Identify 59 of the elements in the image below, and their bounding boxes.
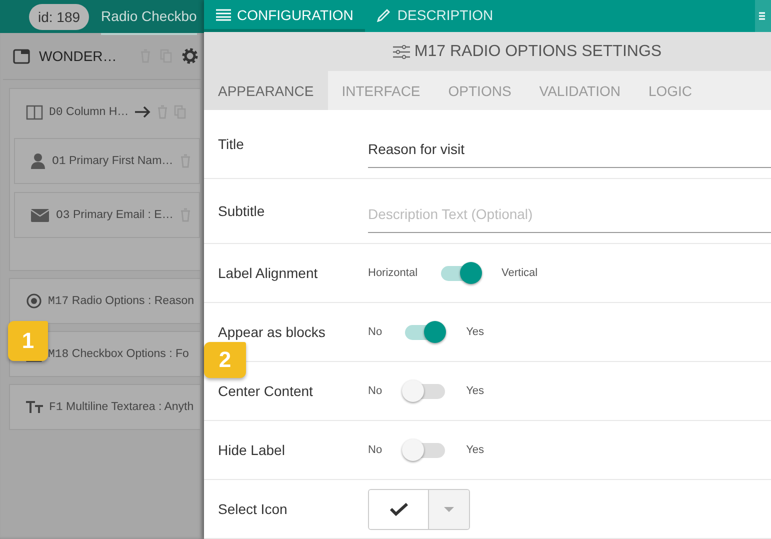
setting-label: Center Content — [218, 383, 314, 399]
sliders-icon — [393, 44, 410, 59]
arrow-icon[interactable] — [134, 106, 151, 118]
step-tooltip: 1 — [8, 321, 48, 361]
settings-title: M17 RADIO OPTIONS SETTINGS — [414, 42, 662, 61]
step-tooltip: 2 — [204, 342, 246, 378]
setting-label: Hide Label — [218, 442, 286, 458]
setting-label: Appear as blocks — [218, 324, 326, 340]
list-icon — [216, 8, 231, 21]
menu-icon — [759, 11, 765, 22]
setting-label: Subtitle — [218, 203, 266, 219]
columns-icon — [26, 104, 43, 120]
setting-label: Select Icon — [218, 501, 288, 517]
envelope-icon — [31, 208, 49, 222]
pen-icon — [377, 8, 392, 22]
caret-icon — [444, 506, 454, 512]
text-size-icon — [26, 401, 43, 413]
toggle-off-label: No — [368, 385, 382, 397]
icon-picker[interactable] — [369, 490, 429, 528]
field-label: O1 Primary First Nam… — [52, 154, 174, 168]
toggle-switch[interactable] — [401, 438, 448, 462]
menu-button[interactable] — [755, 0, 771, 32]
id-badge: id: 189 — [29, 4, 90, 30]
check-icon — [390, 502, 408, 516]
settings-tab[interactable]: DESCRIPTION — [365, 0, 506, 32]
field-card[interactable]: O1 Primary First Nam… — [14, 138, 200, 184]
field-label: O3 Primary Email : E… — [56, 208, 174, 222]
settings-icon[interactable] — [180, 47, 199, 65]
toggle-off-label: Horizontal — [368, 267, 418, 279]
toggle-off-label: No — [368, 444, 382, 456]
field-label: M17 Radio Options : Reason — [48, 294, 194, 308]
section-tab[interactable]: LOGIC — [634, 71, 706, 110]
field-card[interactable]: D0 Column H… O1 Primary First Nam… O3 Primary Email : E… — [9, 88, 201, 271]
section-tab[interactable]: APPEARANCE — [204, 71, 328, 110]
section-tab[interactable]: OPTIONS — [434, 71, 526, 110]
field-label: M18 Checkbox Options : Fo — [48, 348, 189, 360]
field-card[interactable]: F1 Multiline Textarea : Anyth — [9, 384, 201, 430]
radio-icon — [26, 293, 42, 309]
toggle-on-label: Yes — [466, 444, 484, 456]
setting-label: Label Alignment — [218, 265, 319, 281]
section-tab[interactable]: VALIDATION — [525, 71, 634, 110]
text-field[interactable]: Reason for visit — [368, 137, 771, 168]
text-field[interactable]: Description Text (Optional) — [368, 202, 771, 233]
window-icon — [13, 48, 30, 64]
section-tab[interactable]: INTERFACE — [328, 71, 434, 110]
person-icon — [31, 153, 45, 169]
form-tab[interactable]: Radio Checkbo — [101, 0, 197, 34]
form-title: WONDER… — [39, 48, 117, 64]
toggle-on-label: Vertical — [502, 267, 538, 279]
field-card[interactable]: M17 Radio Options : Reason — [9, 278, 201, 324]
toggle-off-label: No — [368, 326, 382, 338]
field-label: D0 Column H… — [49, 106, 129, 118]
field-label: F1 Multiline Textarea : Anyth — [49, 400, 194, 414]
setting-label: Title — [218, 136, 245, 152]
toggle-on-label: Yes — [466, 385, 484, 397]
dropdown-button[interactable] — [429, 490, 469, 528]
toggle-on-label: Yes — [466, 326, 484, 338]
field-card[interactable]: O3 Primary Email : E… — [14, 192, 200, 238]
toggle-switch[interactable] — [401, 379, 448, 403]
